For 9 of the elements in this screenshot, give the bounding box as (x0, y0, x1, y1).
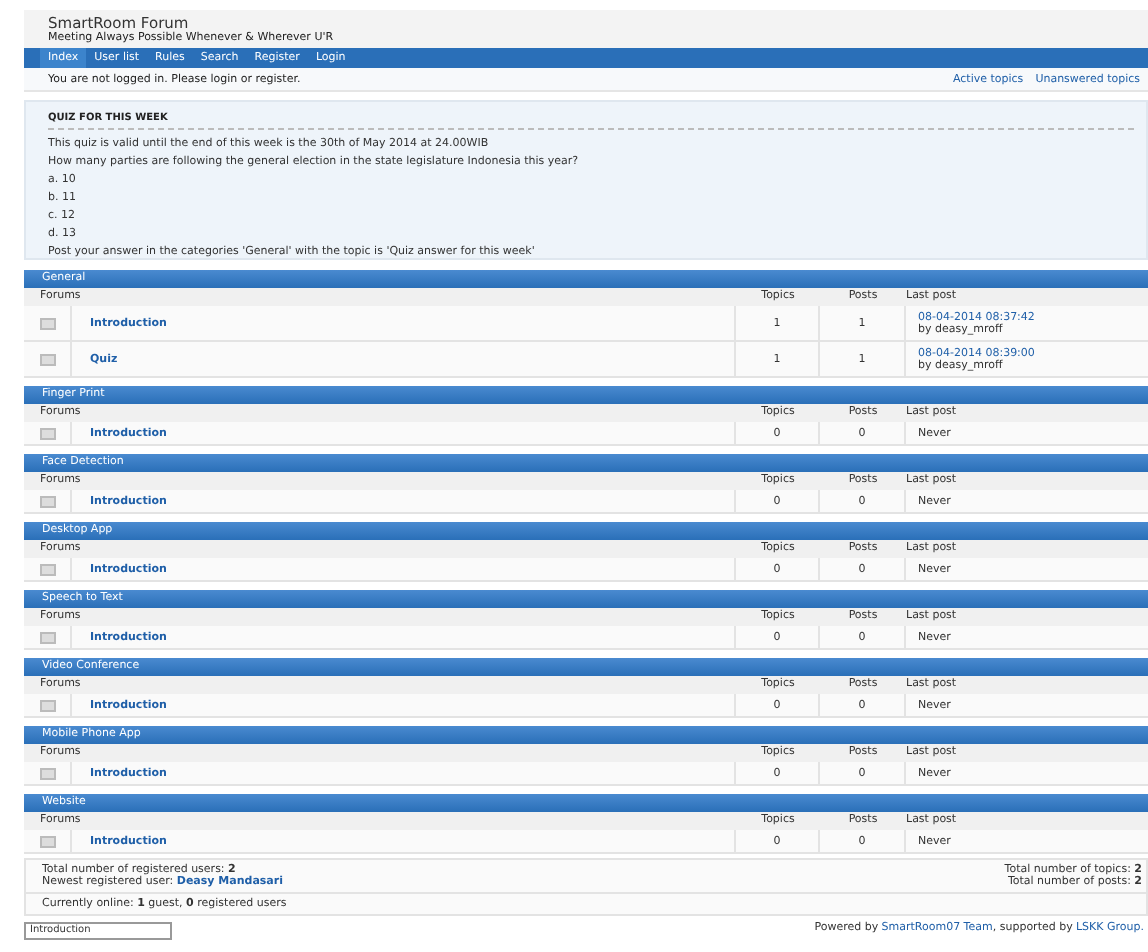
forum-icon (39, 317, 55, 329)
forum-icon (39, 427, 55, 439)
forum-icon (39, 495, 55, 507)
forum-icon (39, 631, 55, 643)
forum-icon (39, 699, 55, 711)
forum-icon (39, 767, 55, 779)
forum-icon (39, 835, 55, 847)
forum-icon (39, 563, 55, 575)
forum-icon (39, 353, 55, 365)
